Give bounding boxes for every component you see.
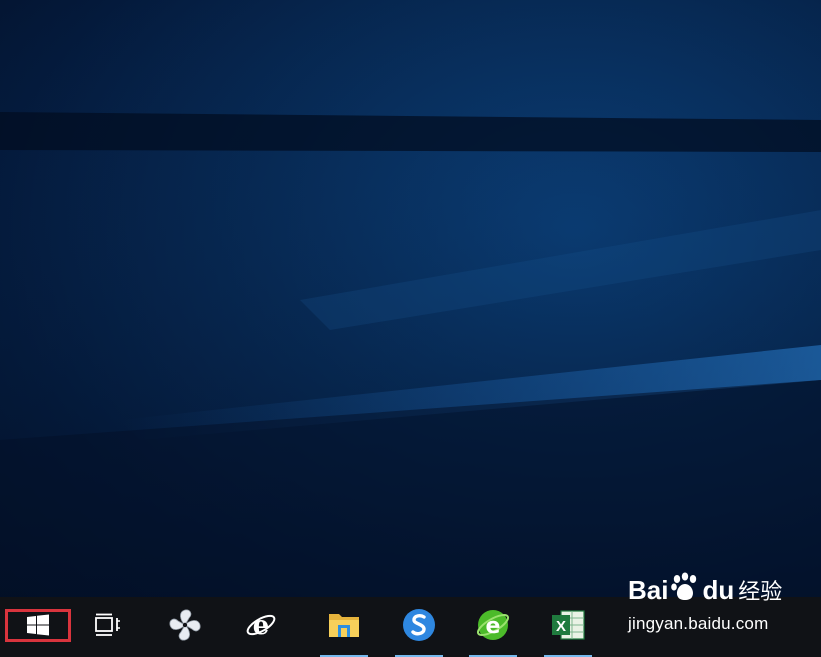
watermark-brand-left: Bai: [628, 574, 669, 605]
start-button-highlight: [5, 609, 71, 642]
360-browser-icon: e: [475, 607, 511, 648]
task-view-button[interactable]: [80, 597, 136, 657]
task-view-icon: [94, 613, 122, 642]
taskbar-app-excel[interactable]: X: [538, 597, 598, 657]
baidu-jingyan-watermark: Bai du 经验 jingyan.baidu.com: [628, 568, 814, 642]
svg-text:e: e: [486, 614, 501, 639]
excel-icon: X: [550, 608, 586, 647]
desktop-wallpaper: [0, 0, 821, 597]
watermark-url: jingyan.baidu.com: [628, 614, 769, 633]
taskbar-app-pinwheel[interactable]: [156, 597, 214, 657]
desktop: e e X Bai du 经验 jingyan.baidu.com: [0, 0, 821, 657]
file-explorer-icon: [327, 610, 361, 645]
svg-text:e: e: [253, 611, 270, 641]
svg-text:X: X: [556, 618, 566, 635]
start-button[interactable]: [0, 597, 76, 657]
taskbar-app-sogou-browser[interactable]: [389, 597, 449, 657]
sogou-browser-icon: [401, 607, 437, 648]
taskbar-app-file-explorer[interactable]: [314, 597, 374, 657]
taskbar-app-internet-explorer[interactable]: e: [232, 597, 290, 657]
watermark-product: 经验: [738, 580, 783, 605]
baidu-paw-icon: [670, 572, 700, 609]
watermark-brand-right: du: [702, 574, 735, 605]
watermark-brand-row: Bai du 经验: [628, 568, 814, 612]
taskbar-app-360-browser[interactable]: e: [463, 597, 523, 657]
internet-explorer-icon: e: [244, 608, 278, 647]
pinwheel-app-icon: [168, 608, 202, 647]
